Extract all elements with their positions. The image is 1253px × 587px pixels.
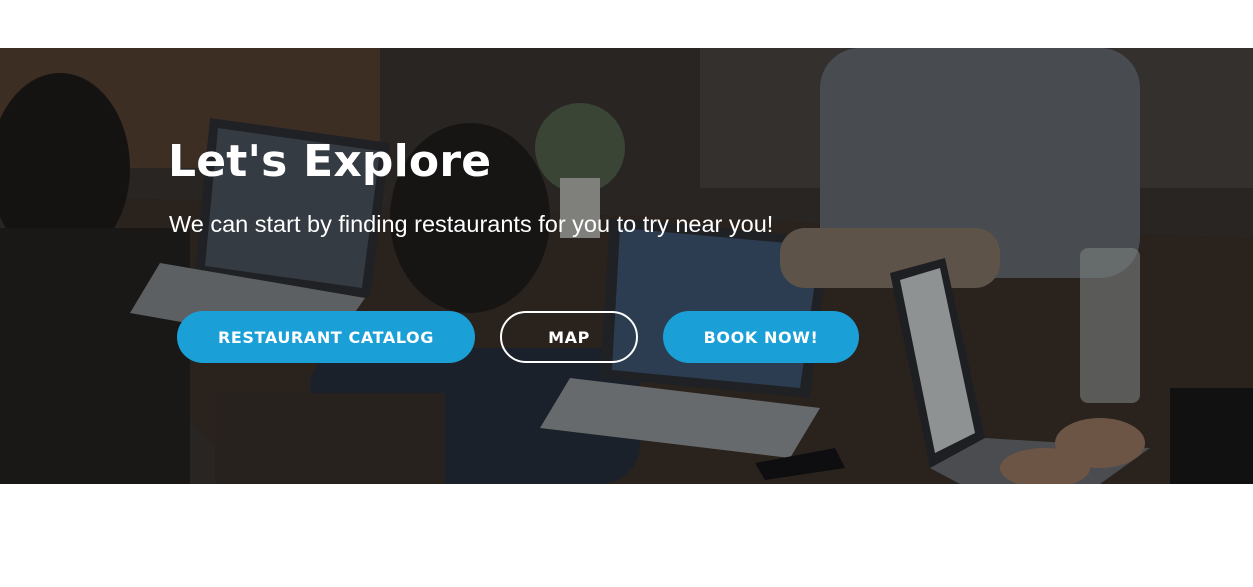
map-button[interactable]: MAP xyxy=(500,311,638,363)
hero-banner: Let's Explore We can start by finding re… xyxy=(0,48,1253,484)
map-label: MAP xyxy=(548,327,590,347)
book-now-button[interactable]: BOOK NOW! xyxy=(663,311,859,363)
restaurant-catalog-button[interactable]: RESTAURANT CATALOG xyxy=(177,311,475,363)
hero-title: Let's Explore xyxy=(168,136,492,187)
hero-subtitle: We can start by finding restaurants for … xyxy=(169,211,774,237)
hero-overlay xyxy=(0,48,1253,484)
book-now-label: BOOK NOW! xyxy=(703,327,819,347)
restaurant-catalog-label: RESTAURANT CATALOG xyxy=(217,327,434,347)
page: Let's Explore We can start by finding re… xyxy=(0,0,1253,587)
